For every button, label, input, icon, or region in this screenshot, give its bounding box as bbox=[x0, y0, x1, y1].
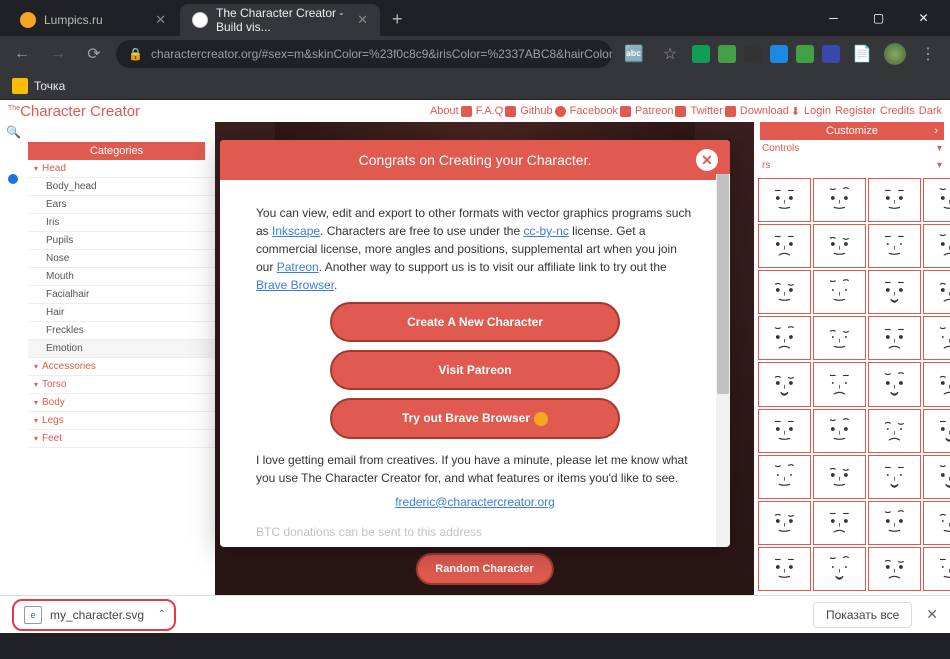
favicon bbox=[20, 12, 36, 28]
file-icon: e bbox=[24, 606, 42, 624]
tab-close-icon[interactable]: ✕ bbox=[155, 12, 166, 28]
downloads-bar: e my_character.svg ⌃ Показать все ✕ bbox=[0, 595, 950, 633]
chevron-up-icon[interactable]: ⌃ bbox=[158, 609, 166, 620]
modal-header: Congrats on Creating your Character. ✕ bbox=[220, 140, 730, 180]
try-brave-button[interactable]: Try out Brave Browser bbox=[330, 398, 620, 439]
extension-icon[interactable] bbox=[718, 45, 736, 63]
back-button[interactable]: ← bbox=[8, 40, 36, 68]
download-item[interactable]: e my_character.svg ⌃ bbox=[12, 599, 176, 631]
scrollbar-thumb[interactable] bbox=[717, 174, 729, 394]
modal-close-button[interactable]: ✕ bbox=[696, 149, 718, 171]
visit-patreon-button[interactable]: Visit Patreon bbox=[330, 350, 620, 390]
tab-close-icon[interactable]: ✕ bbox=[357, 12, 368, 28]
browser-tab-inactive[interactable]: Lumpics.ru ✕ bbox=[8, 4, 178, 36]
extension-icon[interactable] bbox=[744, 45, 762, 63]
modal-text-2: I love getting email from creatives. If … bbox=[256, 451, 694, 487]
translate-icon[interactable]: 🔤 bbox=[620, 40, 648, 68]
bookmark-item[interactable]: Точка bbox=[12, 78, 65, 94]
lock-icon: 🔒 bbox=[128, 47, 143, 61]
url-text: charactercreator.org/#sex=m&skinColor=%2… bbox=[151, 47, 612, 61]
folder-icon bbox=[12, 78, 28, 94]
link-license[interactable]: cc-by-nc bbox=[524, 224, 569, 238]
menu-button[interactable]: ⋮ bbox=[914, 40, 942, 68]
congrats-modal: Congrats on Creating your Character. ✕ Y… bbox=[220, 140, 730, 547]
window-maximize[interactable]: ▢ bbox=[856, 2, 901, 34]
window-minimize[interactable]: ─ bbox=[811, 2, 856, 34]
profile-avatar[interactable] bbox=[884, 43, 906, 65]
bookmark-label: Точка bbox=[34, 79, 65, 93]
modal-text-3: BTC donations can be sent to this addres… bbox=[256, 523, 694, 541]
modal-body: You can view, edit and export to other f… bbox=[220, 180, 730, 547]
scrollbar-track[interactable] bbox=[716, 174, 730, 547]
bookmarks-bar: Точка bbox=[0, 72, 950, 100]
close-downloads-bar[interactable]: ✕ bbox=[926, 606, 938, 623]
browser-tab-active[interactable]: The Character Creator - Build vis... ✕ bbox=[180, 4, 380, 36]
tab-title: The Character Creator - Build vis... bbox=[216, 6, 357, 34]
create-new-character-button[interactable]: Create A New Character bbox=[330, 302, 620, 342]
brave-icon bbox=[534, 412, 548, 426]
link-inkscape[interactable]: Inkscape bbox=[272, 224, 320, 238]
url-field[interactable]: 🔒 charactercreator.org/#sex=m&skinColor=… bbox=[116, 40, 612, 68]
star-icon[interactable]: ☆ bbox=[656, 40, 684, 68]
extension-icon[interactable] bbox=[692, 45, 710, 63]
tab-title: Lumpics.ru bbox=[44, 13, 103, 27]
modal-overlay: Congrats on Creating your Character. ✕ Y… bbox=[0, 100, 950, 595]
show-all-downloads-button[interactable]: Показать все bbox=[813, 602, 912, 628]
link-patreon[interactable]: Patreon bbox=[277, 260, 319, 274]
modal-text: You can view, edit and export to other f… bbox=[256, 204, 694, 294]
modal-title: Congrats on Creating your Character. bbox=[359, 152, 592, 168]
address-bar: ← → ⟳ 🔒 charactercreator.org/#sex=m&skin… bbox=[0, 36, 950, 72]
page-viewport: TheCharacter Creator About F.A.Q Github … bbox=[0, 100, 950, 595]
reload-button[interactable]: ⟳ bbox=[80, 40, 108, 68]
download-filename: my_character.svg bbox=[50, 608, 144, 622]
link-brave[interactable]: Brave Browser bbox=[256, 278, 334, 292]
new-tab-button[interactable]: + bbox=[382, 9, 413, 30]
tab-strip: Lumpics.ru ✕ The Character Creator - Bui… bbox=[0, 0, 950, 36]
extension-icon[interactable] bbox=[770, 45, 788, 63]
extension-icon[interactable] bbox=[796, 45, 814, 63]
reading-list-icon[interactable]: 📄 bbox=[848, 40, 876, 68]
window-close[interactable]: ✕ bbox=[901, 2, 946, 34]
favicon bbox=[192, 12, 208, 28]
forward-button[interactable]: → bbox=[44, 40, 72, 68]
extension-icon[interactable] bbox=[822, 45, 840, 63]
email-link[interactable]: frederic@charactercreator.org bbox=[395, 495, 555, 509]
